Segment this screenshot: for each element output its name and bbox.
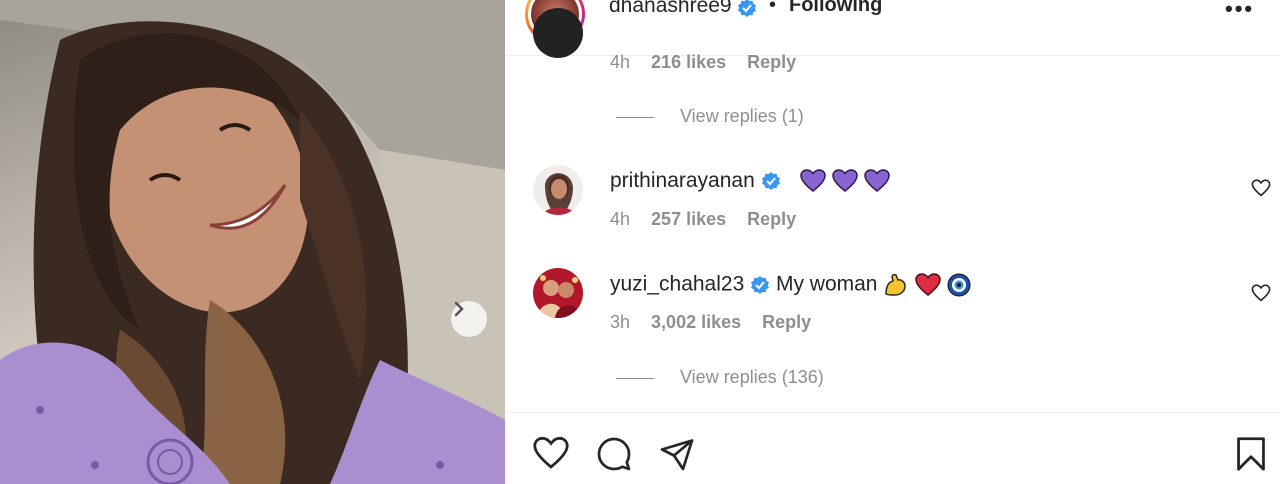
reply-button[interactable]: Reply bbox=[747, 52, 796, 72]
commenter-username[interactable]: yuzi_chahal23 bbox=[610, 273, 744, 296]
purple-heart-icon bbox=[800, 169, 827, 193]
following-button[interactable]: Following bbox=[789, 0, 882, 17]
selfie-illustration bbox=[0, 0, 505, 484]
next-photo-button[interactable] bbox=[451, 301, 487, 337]
like-comment-icon[interactable] bbox=[1251, 179, 1271, 197]
view-replies-label: View replies (1) bbox=[680, 106, 804, 126]
heart-icon[interactable] bbox=[532, 436, 570, 470]
commenter-avatar[interactable] bbox=[533, 268, 583, 318]
avatar-image bbox=[533, 165, 583, 215]
header-separator: • bbox=[769, 0, 777, 16]
commenter-avatar[interactable] bbox=[533, 165, 583, 215]
comment-time: 3h bbox=[610, 312, 631, 332]
comment-meta: 4h 257 likes Reply bbox=[610, 209, 812, 230]
like-comment-icon[interactable] bbox=[1251, 284, 1271, 302]
view-replies-button[interactable]: View replies (136) bbox=[616, 367, 824, 388]
purple-heart-icon bbox=[864, 169, 890, 193]
comment-body: yuzi_chahal23 My woman bbox=[610, 272, 971, 298]
comment-meta: 4h 216 likes Reply bbox=[610, 52, 812, 73]
view-replies-button[interactable]: View replies (1) bbox=[616, 106, 804, 127]
post-action-bar bbox=[505, 412, 1280, 484]
nazar-amulet-icon bbox=[947, 273, 971, 297]
comment-likes[interactable]: 3,002 likes bbox=[651, 312, 741, 332]
avatar-image bbox=[533, 268, 583, 318]
more-options-button[interactable]: ••• bbox=[1225, 0, 1254, 22]
comment-time: 4h bbox=[610, 209, 631, 229]
reply-button[interactable]: Reply bbox=[762, 312, 811, 332]
author-username[interactable]: dhanashree9 bbox=[609, 0, 732, 18]
comment-text: My woman bbox=[775, 272, 878, 296]
comment-likes[interactable]: 216 likes bbox=[651, 52, 726, 72]
bookmark-icon[interactable] bbox=[1234, 436, 1268, 472]
chevron-right-icon bbox=[454, 301, 464, 317]
post-photo[interactable] bbox=[0, 0, 505, 484]
comments-panel: dhanashree9 • Following ••• 4h 216 likes… bbox=[505, 0, 1280, 484]
comment-icon[interactable] bbox=[595, 436, 633, 472]
send-icon[interactable] bbox=[658, 436, 696, 472]
post-header: dhanashree9 • Following ••• bbox=[505, 0, 1280, 56]
commenter-avatar[interactable] bbox=[533, 8, 583, 58]
comment-likes[interactable]: 257 likes bbox=[651, 209, 726, 229]
purple-heart-icon bbox=[832, 169, 858, 193]
view-replies-label: View replies (136) bbox=[680, 367, 824, 387]
verified-badge-icon bbox=[738, 0, 756, 17]
replies-divider bbox=[616, 377, 654, 379]
commenter-username[interactable]: prithinarayanan bbox=[610, 169, 755, 192]
reply-button[interactable]: Reply bbox=[747, 209, 796, 229]
replies-divider bbox=[616, 116, 654, 118]
comment-time: 4h bbox=[610, 52, 631, 72]
verified-badge-icon bbox=[761, 172, 780, 191]
flexed-biceps-icon bbox=[885, 273, 907, 296]
comment-body: prithinarayanan bbox=[610, 169, 890, 193]
comment-meta: 3h 3,002 likes Reply bbox=[610, 312, 827, 333]
red-heart-icon bbox=[915, 273, 941, 296]
verified-badge-icon bbox=[751, 276, 770, 294]
